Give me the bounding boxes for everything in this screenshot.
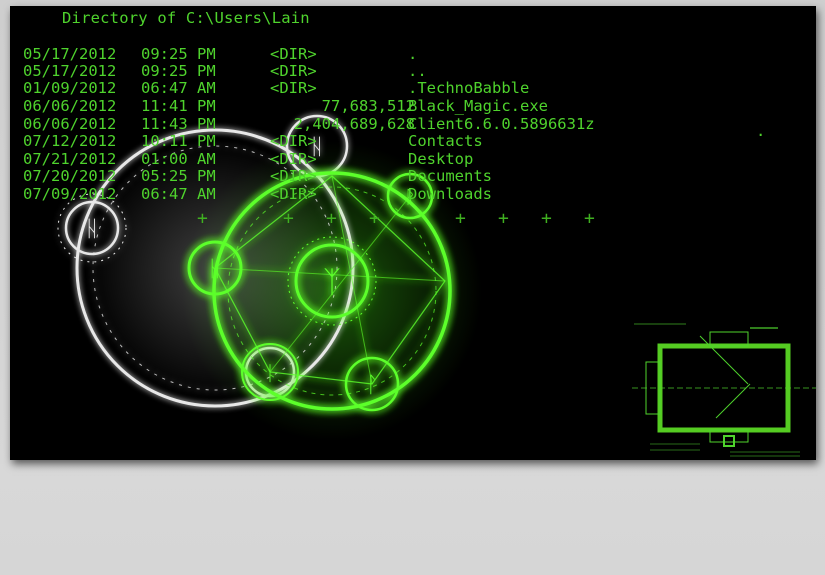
file-time: 09:25 PM <box>141 45 216 63</box>
file-name[interactable]: Desktop <box>408 151 473 168</box>
file-time: 05:25 PM <box>141 167 216 185</box>
file-date: 06/06/2012 <box>23 97 117 115</box>
directory-row[interactable]: 07/12/2012 10:11 PM <DIR> <box>23 133 415 150</box>
file-name[interactable]: Black_Magic.exe <box>408 98 548 115</box>
directory-row[interactable]: 05/17/2012 09:25 PM <DIR> <box>23 63 415 80</box>
file-size: 77,683,512 <box>321 97 415 115</box>
directory-row[interactable]: 07/21/2012 01:00 AM <DIR> <box>23 151 415 168</box>
directory-row[interactable]: 01/09/2012 06:47 AM <DIR> <box>23 80 415 97</box>
dir-tag: <DIR> <box>270 150 317 168</box>
directory-row[interactable]: 05/17/2012 09:25 PM <DIR> <box>23 46 415 63</box>
file-name[interactable]: . <box>408 46 417 63</box>
directory-title: Directory of C:\Users\Lain <box>62 9 310 27</box>
file-time: 10:11 PM <box>141 132 216 150</box>
file-date: 07/09/2012 <box>23 185 117 203</box>
file-time: 06:47 AM <box>141 79 216 97</box>
file-name[interactable]: Contacts <box>408 133 483 150</box>
file-time: 11:41 PM <box>141 97 216 115</box>
dir-tag: <DIR> <box>270 132 317 150</box>
dir-tag: <DIR> <box>270 62 317 80</box>
file-name[interactable]: .. <box>408 63 427 80</box>
file-name[interactable]: Downloads <box>408 186 492 203</box>
file-time: 11:43 PM <box>141 115 216 133</box>
file-size: 2,404,689,628 <box>293 115 415 133</box>
directory-row[interactable]: 06/06/2012 11:43 PM 2,404,689,628 <box>23 116 415 133</box>
file-date: 05/17/2012 <box>23 62 117 80</box>
file-name[interactable]: Documents <box>408 168 492 185</box>
file-date: 07/21/2012 <box>23 150 117 168</box>
dir-tag: <DIR> <box>270 185 317 203</box>
dir-tag: <DIR> <box>270 45 317 63</box>
file-date: 07/12/2012 <box>23 132 117 150</box>
file-name[interactable]: .TechnoBabble <box>408 80 529 97</box>
directory-row[interactable]: 06/06/2012 11:41 PM 77,683,512 <box>23 98 415 115</box>
dir-tag: <DIR> <box>270 167 317 185</box>
page-frame: ᚺ ᚺ ᚺ ᛉ ᛚ ᛁ ᚱ + + + + + + + + Directory … <box>0 0 825 575</box>
file-date: 06/06/2012 <box>23 115 117 133</box>
file-time: 09:25 PM <box>141 62 216 80</box>
dir-tag: <DIR> <box>270 79 317 97</box>
file-time: 06:47 AM <box>141 185 216 203</box>
stray-dot: . <box>756 122 766 140</box>
file-date: 07/20/2012 <box>23 167 117 185</box>
file-name[interactable]: Client6.6.0.5896631z <box>408 116 595 133</box>
terminal-window: ᚺ ᚺ ᚺ ᛉ ᛚ ᛁ ᚱ + + + + + + + + Directory … <box>10 6 816 460</box>
file-date: 05/17/2012 <box>23 45 117 63</box>
directory-row[interactable]: 07/09/2012 06:47 AM <DIR> <box>23 186 415 203</box>
file-date: 01/09/2012 <box>23 79 117 97</box>
directory-row[interactable]: 07/20/2012 05:25 PM <DIR> <box>23 168 415 185</box>
file-time: 01:00 AM <box>141 150 216 168</box>
terminal-output: Directory of C:\Users\Lain 05/17/2012 09… <box>10 6 816 460</box>
